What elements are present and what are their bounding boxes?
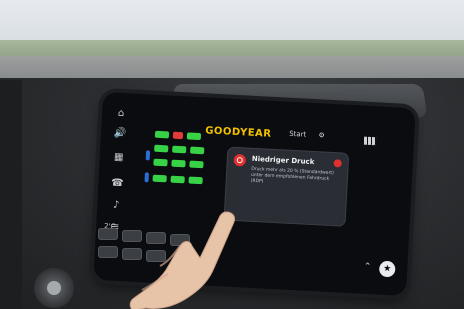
- tire-indicator: [172, 131, 184, 140]
- alert-title: Niedriger Druck: [251, 154, 315, 167]
- apps-icon[interactable]: ▦: [111, 150, 126, 165]
- star-icon[interactable]: ★: [378, 260, 396, 278]
- air-vent: [34, 268, 74, 308]
- chevron-up-icon[interactable]: ⌃: [364, 262, 372, 272]
- settings-icon[interactable]: ⚙: [318, 131, 325, 139]
- axle-marker: [144, 172, 149, 183]
- volume-icon[interactable]: 🔊: [113, 127, 128, 142]
- top-bar-item[interactable]: Start: [289, 130, 307, 139]
- physical-button[interactable]: [98, 246, 118, 258]
- tire-indicator: [154, 130, 170, 139]
- tire-indicator: [189, 160, 204, 169]
- grid-icon[interactable]: [363, 136, 377, 146]
- phone-icon[interactable]: ☎: [110, 176, 125, 191]
- top-bar: Start ⚙: [289, 130, 335, 140]
- home-icon[interactable]: ⌂: [114, 107, 129, 122]
- tire-indicator: [153, 158, 168, 167]
- left-pillar: [0, 80, 22, 309]
- tire-indicator: [190, 146, 205, 155]
- close-icon[interactable]: [333, 159, 342, 168]
- tire-indicator: [170, 175, 185, 184]
- tire-indicator: [171, 159, 186, 168]
- tire-indicator: [188, 176, 203, 185]
- tire-pressure-visualization: [142, 130, 226, 204]
- tire-warning-icon: [233, 153, 247, 167]
- tire-indicator: [186, 132, 202, 141]
- vehicle-dashboard-photo: ⌂ 🔊 ▦ ☎ ♪ ≡ GOODYEAR Start ⚙: [0, 0, 464, 309]
- alert-message: Druck mehr als 20 % (Standardwert) unter…: [250, 166, 334, 185]
- axle-marker: [145, 150, 151, 161]
- music-icon[interactable]: ♪: [109, 198, 124, 213]
- physical-button[interactable]: [98, 228, 118, 240]
- tire-indicator: [154, 144, 169, 153]
- tire-indicator: [172, 145, 187, 154]
- tire-indicator: [152, 174, 167, 183]
- pointing-hand: [129, 211, 235, 309]
